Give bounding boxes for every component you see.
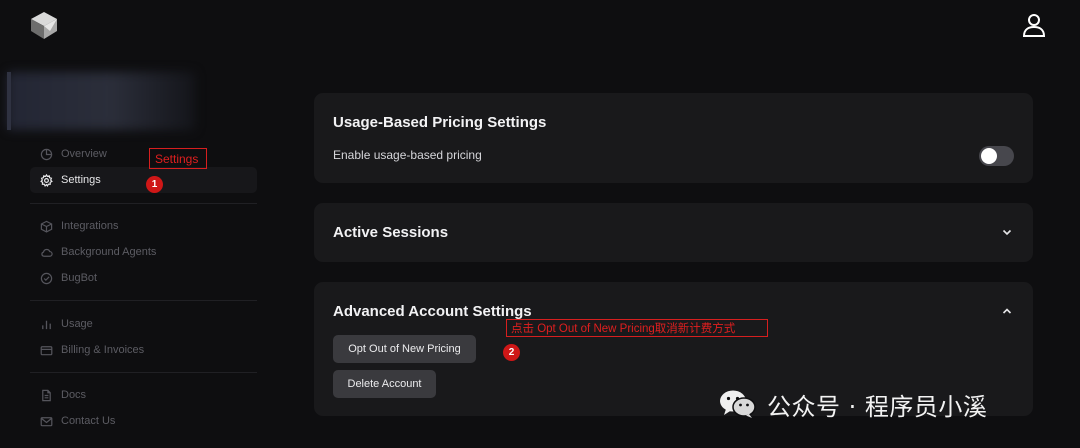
sidebar-item-label: Settings [61, 174, 101, 186]
toggle-knob [981, 148, 997, 164]
annotation-text: 点击 Opt Out of New Pricing取消新计费方式 [511, 323, 736, 335]
sidebar-item-label: Background Agents [61, 246, 157, 258]
toggle-label: Enable usage-based pricing [333, 148, 482, 162]
pie-chart-icon [40, 148, 53, 160]
sidebar-item-usage[interactable]: Usage [30, 311, 257, 337]
annotation-step-2: 2 [503, 344, 520, 361]
card-title: Advanced Account Settings [333, 303, 532, 320]
chevron-down-icon[interactable] [1000, 225, 1014, 239]
sidebar-item-settings[interactable]: Settings [30, 167, 257, 193]
annotation-text: Settings [155, 151, 199, 166]
sidebar-divider [30, 300, 257, 301]
watermark-text: 公众号 · 程序员小溪 [767, 392, 988, 421]
sidebar-item-bugbot[interactable]: BugBot [30, 265, 257, 291]
opt-out-button[interactable]: Opt Out of New Pricing [333, 335, 476, 363]
credit-card-icon [40, 345, 53, 355]
usage-pricing-card: Usage-Based Pricing Settings Enable usag… [314, 93, 1033, 183]
sidebar-item-label: Usage [61, 318, 93, 330]
sidebar-divider [30, 372, 257, 373]
annotation-step-1: 1 [146, 176, 163, 193]
sidebar-item-background-agents[interactable]: Background Agents [30, 239, 257, 265]
mail-icon [40, 416, 53, 426]
active-sessions-card[interactable]: Active Sessions [314, 203, 1033, 262]
cloud-icon [41, 248, 53, 257]
card-title: Active Sessions [333, 224, 449, 241]
usage-pricing-toggle[interactable] [979, 146, 1014, 166]
document-icon [42, 389, 51, 401]
sidebar-divider [30, 203, 257, 204]
gear-icon [40, 173, 53, 187]
blurred-profile [7, 72, 195, 130]
cube-logo-icon[interactable] [28, 9, 60, 41]
sidebar-item-label: BugBot [61, 272, 98, 284]
sidebar-item-label: Integrations [61, 220, 119, 232]
profile-accent [7, 72, 11, 130]
sidebar-item-label: Docs [61, 389, 87, 401]
wechat-icon [720, 390, 756, 418]
sidebar-item-label: Overview [61, 148, 107, 160]
box-icon [40, 220, 53, 233]
sidebar-item-billing[interactable]: Billing & Invoices [30, 337, 257, 363]
sidebar-item-integrations[interactable]: Integrations [30, 213, 257, 239]
bar-chart-icon [42, 320, 51, 329]
user-icon[interactable] [1020, 11, 1048, 39]
sidebar-item-label: Contact Us [61, 415, 116, 427]
sidebar-item-overview[interactable]: Overview [30, 141, 257, 167]
sidebar-item-label: Billing & Invoices [61, 344, 145, 356]
annotation-optout-label: 点击 Opt Out of New Pricing取消新计费方式 [506, 319, 768, 337]
card-title: Usage-Based Pricing Settings [333, 114, 547, 131]
annotation-settings-label: Settings [149, 148, 207, 169]
sidebar-item-docs[interactable]: Docs [30, 382, 257, 408]
delete-account-button[interactable]: Delete Account [333, 370, 436, 398]
chevron-up-icon[interactable] [1000, 304, 1014, 318]
sidebar-item-contact[interactable]: Contact Us [30, 408, 257, 434]
check-circle-icon [40, 272, 53, 284]
watermark: 公众号 · 程序员小溪 [718, 386, 987, 422]
